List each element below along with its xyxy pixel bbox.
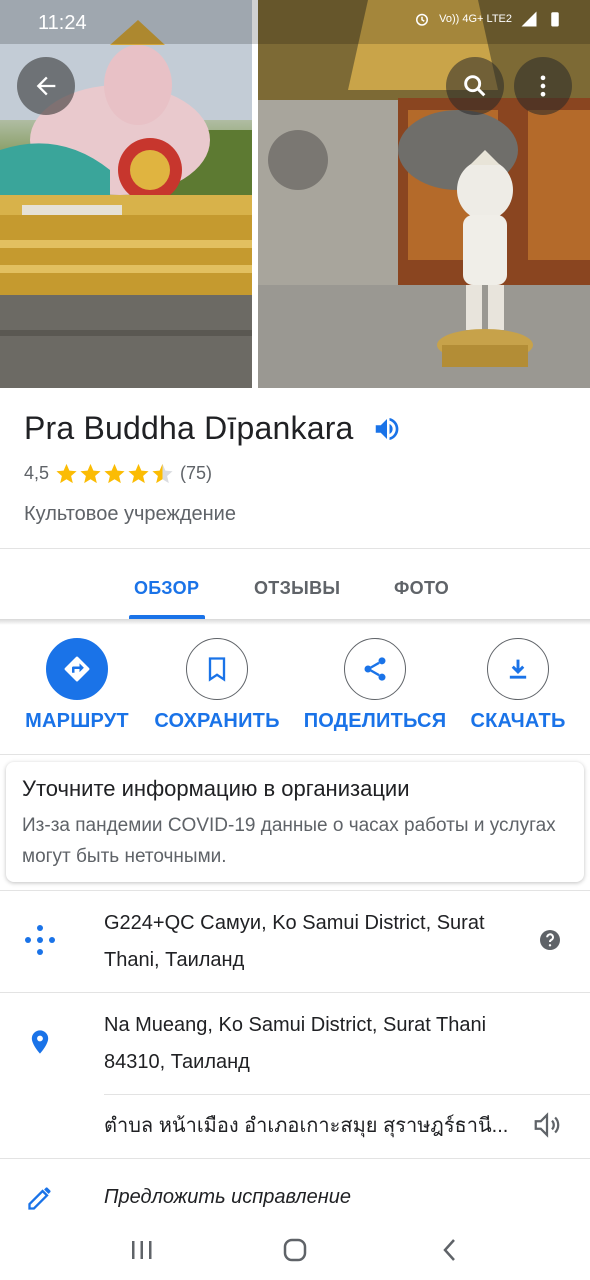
tab-overview[interactable]: ОБЗОР [134, 578, 199, 599]
arrow-back-icon [36, 76, 56, 96]
directions-label: МАРШРУТ [25, 710, 129, 732]
save-button[interactable] [186, 638, 248, 700]
home-icon [283, 1238, 307, 1262]
plus-code-icon [22, 922, 58, 958]
tab-photos[interactable]: ФОТО [394, 578, 449, 599]
more-vert-icon [540, 75, 546, 97]
divider [0, 548, 590, 549]
star-rating [55, 462, 174, 485]
location-pin-icon [22, 1024, 58, 1060]
suggest-edit-text: Предложить исправление [104, 1186, 351, 1208]
home-button[interactable] [275, 1234, 315, 1266]
share-action[interactable]: ПОДЕЛИТЬСЯ [300, 638, 450, 733]
speaker-icon[interactable] [372, 414, 402, 444]
local-address-text: ตำบล หน้าเมือง อำเภอเกาะสมุย สุราษฎร์ธาน… [104, 1115, 509, 1137]
system-navigation-bar [0, 1222, 590, 1280]
search-button[interactable] [446, 57, 504, 115]
tabs-shadow [0, 619, 590, 625]
star-full-icon [128, 463, 149, 484]
alarm-icon [416, 13, 429, 26]
help-icon [540, 930, 560, 950]
photo-gallery[interactable]: 11:24 Vo)) 4G+ LTE2 [0, 0, 590, 388]
directions-icon [64, 656, 90, 682]
reviews-count: (75) [180, 463, 213, 483]
share-label: ПОДЕЛИТЬСЯ [303, 710, 447, 732]
more-options-button[interactable] [514, 57, 572, 115]
share-button[interactable] [344, 638, 406, 700]
speak-address-button[interactable] [532, 1110, 562, 1140]
download-action[interactable]: СКАЧАТЬ [466, 638, 570, 733]
status-bar: 11:24 Vo)) 4G+ LTE2 [0, 0, 590, 44]
covid-card-text: Из-за пандемии COVID-19 данные о часах р… [22, 815, 556, 867]
star-full-icon [104, 463, 125, 484]
directions-button[interactable] [46, 638, 108, 700]
directions-action[interactable]: МАРШРУТ [22, 638, 132, 733]
star-full-icon [56, 463, 77, 484]
save-action[interactable]: СОХРАНИТЬ [152, 638, 282, 733]
star-full-icon [80, 463, 101, 484]
back-button[interactable] [17, 57, 75, 115]
edit-pencil-icon [22, 1180, 58, 1216]
divider [0, 754, 590, 755]
search-icon [464, 75, 486, 97]
network-label: Vo)) 4G+ LTE2 [439, 13, 512, 25]
local-address-row[interactable]: ตำบล หน้าเมือง อำเภอเกาะสมุย สุราษฎร์ธาน… [0, 1094, 590, 1158]
address-text: Na Mueang, Ko Samui District, Surat Than… [104, 1014, 487, 1073]
download-icon [509, 659, 527, 679]
recent-apps-icon [132, 1241, 152, 1259]
save-label: СОХРАНИТЬ [154, 710, 280, 732]
rating-value: 4,5 [24, 463, 50, 483]
back-nav-button[interactable] [430, 1234, 470, 1266]
suggest-edit-row[interactable]: Предложить исправление [0, 1158, 590, 1222]
download-label: СКАЧАТЬ [470, 710, 566, 732]
place-title: Pra Buddha Dīpankara [24, 410, 354, 446]
plus-code-row[interactable]: G224+QC Самуи, Ko Samui District, Surat … [0, 890, 590, 992]
help-button[interactable] [538, 928, 562, 952]
signal-icon [521, 11, 537, 27]
plus-code-text: G224+QC Самуи, Ko Samui District, Surat … [104, 912, 485, 971]
rating-row[interactable]: 4,5 (75) [24, 462, 212, 485]
battery-icon [551, 12, 559, 27]
download-button[interactable] [487, 638, 549, 700]
share-icon [364, 657, 386, 681]
address-row[interactable]: Na Mueang, Ko Samui District, Surat Than… [0, 992, 590, 1094]
tab-bar: ОБЗОР ОТЗЫВЫ ФОТО [0, 560, 590, 620]
tab-reviews[interactable]: ОТЗЫВЫ [254, 578, 340, 599]
title-row: Pra Buddha Dīpankara [24, 410, 402, 447]
status-time: 11:24 [38, 12, 87, 34]
place-category: Культовое учреждение [24, 503, 236, 525]
volume-icon [534, 1112, 560, 1138]
star-half-icon [152, 463, 173, 484]
bookmark-icon [208, 657, 226, 682]
covid-card-title: Уточните информацию в организации [22, 776, 410, 801]
recent-apps-button[interactable] [122, 1234, 162, 1266]
chevron-left-icon [443, 1239, 455, 1261]
covid-info-card[interactable]: Уточните информацию в организации Из-за … [6, 762, 584, 882]
